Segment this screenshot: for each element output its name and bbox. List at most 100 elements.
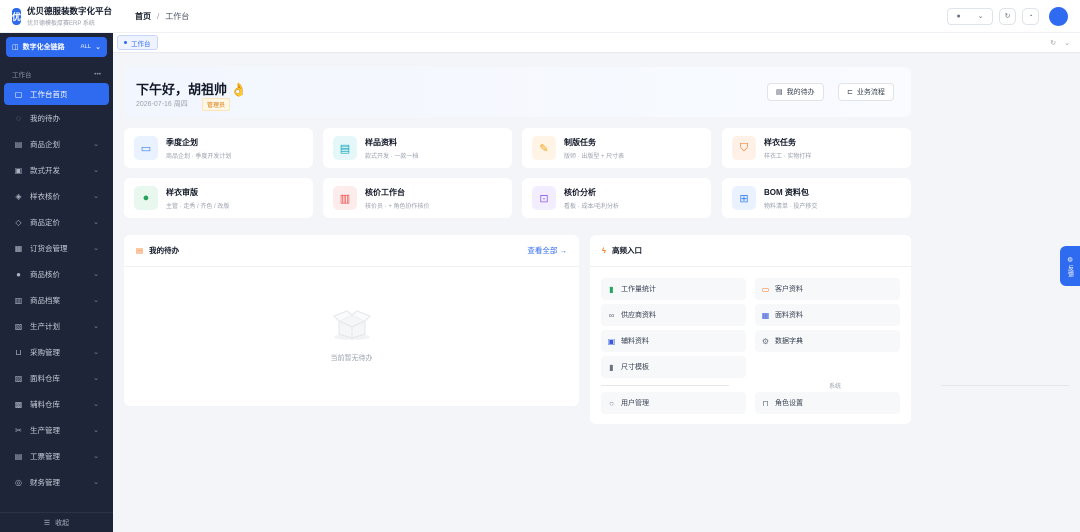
sidebar-item-label: 生产管理 — [30, 425, 60, 435]
feature-card[interactable]: ✎ 制版任务 版师 · 出版型 + 尺寸表 — [522, 128, 711, 168]
nav-group-label: 工作台 — [12, 72, 32, 79]
quick-link[interactable]: ⊓ 角色设置 — [755, 392, 900, 414]
feature-card[interactable]: ⛉ 样衣任务 样衣工 · 实物打样 — [722, 128, 911, 168]
sidebar-item[interactable]: ● 商品核价 ⌄ — [0, 261, 113, 287]
sidebar-item-label: 工作台首页 — [30, 89, 68, 99]
document-icon: ▤ — [776, 89, 783, 96]
quick-link[interactable]: ▮ 尺寸模板 — [601, 356, 746, 378]
breadcrumb-home[interactable]: 首页 — [135, 11, 151, 22]
lock-icon: ⊓ — [762, 398, 769, 408]
sidebar-item[interactable]: ◎ 财务管理 ⌄ — [0, 469, 113, 495]
sidebar-item[interactable]: ✂ 生产管理 ⌄ — [0, 417, 113, 443]
sidebar-item-label: 生产计划 — [30, 321, 60, 331]
brand[interactable]: 优 优贝德服装数字化平台 优贝德模板厚赛ERP 系统 — [0, 0, 113, 33]
sidebar-item-label: 我的待办 — [30, 113, 60, 123]
feature-card[interactable]: ⊞ BOM 资料包 物料清单 · 投产移交 — [722, 178, 911, 218]
quick-link[interactable]: ▮ 工作量统计 — [601, 278, 746, 300]
quick-link-label: 角色设置 — [775, 400, 803, 407]
scope-label: 数字化全链路 — [22, 44, 65, 51]
quick-link[interactable]: ⚙ 数据字典 — [755, 330, 900, 352]
card-title: 核价分析 — [564, 187, 596, 197]
chevron-down-icon: ⌄ — [93, 271, 99, 278]
sidebar-item[interactable]: ◈ 样衣核价 ⌄ — [0, 183, 113, 209]
clipboard-icon: ▤ — [136, 246, 144, 255]
sidebar-item[interactable]: ▤ 工票管理 ⌄ — [0, 443, 113, 469]
card-subtitle: 物料清单 · 投产移交 — [764, 203, 818, 210]
quick-link[interactable]: ∞ 供应商资料 — [601, 304, 746, 326]
sidebar-item-label: 采购管理 — [30, 347, 60, 357]
breadcrumb-current: 工作台 — [165, 11, 190, 21]
scissors-icon: ✂ — [15, 425, 22, 435]
quick-link[interactable]: ▭ 客户资料 — [755, 278, 900, 300]
chevron-down-icon[interactable]: ⌄ — [1064, 39, 1070, 47]
card-title: 季度企划 — [166, 137, 198, 147]
greeting: 下午好，胡祖帅 👌 — [136, 82, 247, 97]
chevron-down-icon: ⌄ — [93, 453, 99, 460]
id-card-icon: ▭ — [761, 284, 770, 294]
link-icon: ∞ — [608, 310, 615, 320]
feature-card[interactable]: ▤ 样品资料 款式开发 · 一款一档 — [323, 128, 512, 168]
sidebar-item-label: 工票管理 — [30, 451, 60, 461]
card-title: 样衣任务 — [764, 137, 796, 147]
feedback-label: 反馈 — [1066, 264, 1073, 277]
card-title: 制版任务 — [564, 137, 596, 147]
avatar[interactable] — [1049, 6, 1068, 26]
feature-card[interactable]: ▥ 核价工作台 核价员 · + 角色协作核价 — [323, 178, 512, 218]
finance-icon: ◎ — [15, 477, 22, 487]
sidebar-item[interactable]: ⊔ 采购管理 ⌄ — [0, 339, 113, 365]
collapse-button[interactable]: ☰ 收起 — [0, 512, 113, 532]
card-title: 样衣审版 — [166, 187, 198, 197]
briefcase-icon: ▭ — [134, 136, 158, 160]
collapse-label: 收起 — [55, 519, 70, 527]
sidebar-item[interactable]: ▣ 款式开发 ⌄ — [0, 157, 113, 183]
feature-card[interactable]: ● 样衣审版 主管 · 走秀 / 齐色 / 改版 — [124, 178, 313, 218]
refresh-icon[interactable]: ↻ — [1050, 39, 1056, 47]
sidebar-item[interactable]: ▩ 辅料仓库 ⌄ — [0, 391, 113, 417]
menu-icon: ☰ — [43, 519, 51, 527]
bell-icon: ◔ — [1028, 12, 1033, 20]
business-flow-button[interactable]: ⊏ 业务流程 — [838, 83, 894, 101]
chart-icon: ⊡ — [532, 186, 556, 210]
sidebar-item[interactable]: ▧ 生产计划 ⌄ — [0, 313, 113, 339]
sidebar-item[interactable]: ▥ 商品档案 ⌄ — [0, 287, 113, 313]
flow-icon: ⊏ — [847, 89, 853, 96]
view-all-link[interactable]: 查看全部 → — [527, 245, 567, 256]
app-logo: 优 — [12, 7, 22, 25]
quick-link[interactable]: ▣ 辅料资料 — [601, 330, 746, 352]
calendar-icon: ▦ — [14, 243, 23, 253]
card-title: 核价工作台 — [365, 187, 405, 197]
more-icon[interactable]: ••• — [94, 71, 101, 78]
refresh-button[interactable]: ↻ — [999, 7, 1016, 25]
refresh-icon: ↻ — [1004, 13, 1011, 20]
sidebar-item[interactable]: ◇ 商品定价 ⌄ — [0, 209, 113, 235]
sidebar-item[interactable]: ▢ 工作台首页 — [4, 83, 109, 105]
card-subtitle: 主管 · 走秀 / 齐色 / 改版 — [166, 203, 230, 210]
sidebar-item[interactable]: ▤ 商品企划 ⌄ — [0, 131, 113, 157]
chevron-down-icon: ⌄ — [93, 349, 99, 356]
sidebar-item[interactable]: ◌ 我的待办 — [0, 105, 113, 131]
feature-card[interactable]: ⊡ 核价分析 看板 · 成本/毛利分析 — [522, 178, 711, 218]
my-todo-button[interactable]: ▤ 我的待办 — [767, 83, 824, 101]
nav-group-header: 工作台 ••• — [0, 67, 113, 81]
sidebar-item[interactable]: ▦ 订货会管理 ⌄ — [0, 235, 113, 261]
quick-panel-title: 高频入口 — [611, 246, 642, 255]
pen-icon: ✎ — [532, 136, 556, 160]
feature-card[interactable]: ▭ 季度企划 商品企划 · 季度开发计划 — [124, 128, 313, 168]
scope-switcher[interactable]: ◫ 数字化全链路 ALL ⌄ — [6, 37, 107, 57]
chevron-down-icon: ⌄ — [93, 297, 99, 304]
sidebar-item[interactable]: ▨ 面料仓库 ⌄ — [0, 365, 113, 391]
todo-panel: ▤ 我的待办 查看全部 → 当前暂无待办 — [124, 235, 579, 406]
feedback-button[interactable]: ◍ 反馈 — [1060, 246, 1080, 286]
notification-button[interactable]: ◔ — [1022, 7, 1039, 25]
chevron-down-icon: ⌄ — [93, 193, 99, 200]
business-flow-label: 业务流程 — [856, 89, 885, 96]
sidebar-item-label: 订货会管理 — [30, 243, 68, 253]
sidebar-item-label: 辅料仓库 — [30, 399, 60, 409]
welcome-banner: 下午好，胡祖帅 👌 2026-07-16 周四 管理员 ▤ 我的待办 ⊏ 业务流… — [124, 67, 911, 117]
quick-link[interactable]: ○ 用户管理 — [601, 392, 746, 414]
user-icon: ○ — [609, 398, 614, 408]
quick-link[interactable]: ▦ 面料资料 — [755, 304, 900, 326]
clipboard-icon: ▧ — [14, 321, 23, 331]
user-switcher[interactable]: ● ⌄ — [947, 7, 993, 25]
tab-workbench[interactable]: 工作台 — [117, 35, 158, 50]
